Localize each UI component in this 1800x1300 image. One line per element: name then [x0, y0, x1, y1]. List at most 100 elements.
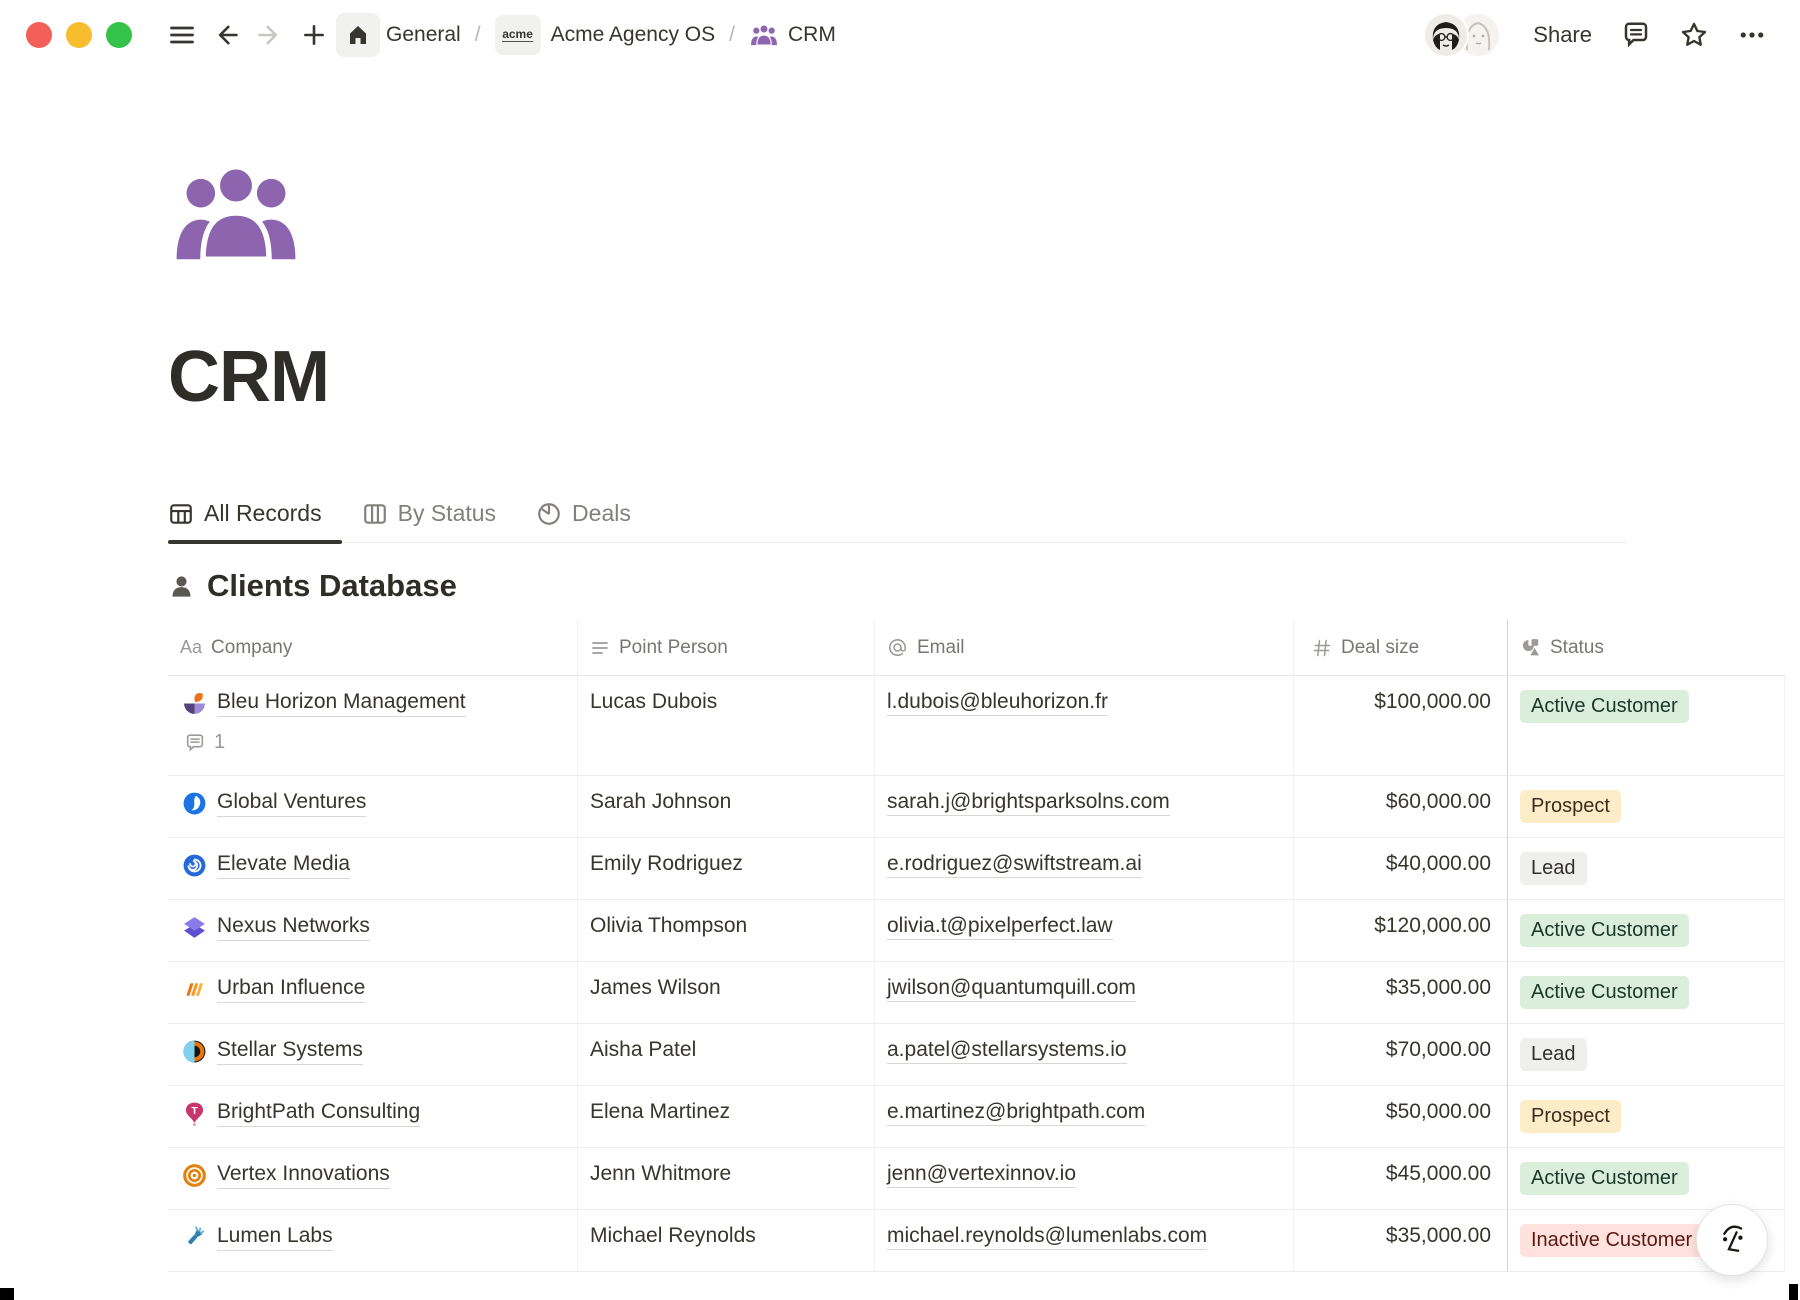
point-person-cell[interactable]: Michael Reynolds: [578, 1210, 875, 1271]
email-cell[interactable]: sarah.j@brightsparksolns.com: [875, 776, 1294, 837]
people-icon: [170, 158, 302, 268]
collaborator-avatars[interactable]: [1423, 12, 1501, 58]
company-cell[interactable]: Bleu Horizon Management 1: [168, 676, 578, 775]
column-header-company[interactable]: Aa Company: [168, 620, 578, 675]
zoom-window-button[interactable]: [106, 22, 132, 48]
point-person-cell[interactable]: Sarah Johnson: [578, 776, 875, 837]
point-person-cell[interactable]: Olivia Thompson: [578, 900, 875, 961]
tab-all-records[interactable]: All Records: [168, 500, 342, 542]
company-cell[interactable]: Urban Influence: [168, 962, 578, 1023]
deal-size-cell[interactable]: $50,000.00: [1294, 1086, 1508, 1147]
column-header-status[interactable]: Status: [1508, 620, 1785, 675]
company-name-link[interactable]: Nexus Networks: [217, 914, 370, 941]
close-window-button[interactable]: [26, 22, 52, 48]
email-cell[interactable]: michael.reynolds@lumenlabs.com: [875, 1210, 1294, 1271]
status-cell[interactable]: Lead: [1508, 838, 1785, 899]
status-cell[interactable]: Active Customer: [1508, 676, 1785, 775]
page-icon-people[interactable]: [170, 158, 302, 273]
status-badge: Inactive Customer: [1520, 1224, 1703, 1257]
company-cell[interactable]: Lumen Labs: [168, 1210, 578, 1271]
share-button[interactable]: Share: [1525, 18, 1600, 52]
status-badge: Lead: [1520, 1038, 1587, 1071]
back-button[interactable]: [204, 13, 248, 57]
deal-size-cell[interactable]: $40,000.00: [1294, 838, 1508, 899]
status-cell[interactable]: Prospect: [1508, 776, 1785, 837]
status-badge: Lead: [1520, 852, 1587, 885]
company-name-link[interactable]: Global Ventures: [217, 790, 366, 817]
breadcrumb-workspace[interactable]: Acme Agency OS: [551, 23, 716, 47]
company-name-link[interactable]: Bleu Horizon Management: [217, 690, 466, 717]
deal-size-cell[interactable]: $120,000.00: [1294, 900, 1508, 961]
status-cell[interactable]: Active Customer: [1508, 1148, 1785, 1209]
tab-deals[interactable]: Deals: [536, 500, 651, 542]
email-cell[interactable]: olivia.t@pixelperfect.law: [875, 900, 1294, 961]
breadcrumb-general[interactable]: General: [386, 23, 461, 47]
company-cell[interactable]: Vertex Innovations: [168, 1148, 578, 1209]
point-person-cell[interactable]: Elena Martinez: [578, 1086, 875, 1147]
status-cell[interactable]: Active Customer: [1508, 900, 1785, 961]
company-name-link[interactable]: BrightPath Consulting: [217, 1100, 420, 1127]
new-page-button[interactable]: [292, 13, 336, 57]
table-row: Lumen Labs Michael Reynolds michael.reyn…: [168, 1210, 1785, 1272]
sidebar-toggle-button[interactable]: [160, 13, 204, 57]
email-cell[interactable]: a.patel@stellarsystems.io: [875, 1024, 1294, 1085]
workspace-logo[interactable]: acme: [495, 15, 541, 55]
view-tabs: All Records By Status Deals: [168, 500, 1627, 543]
company-logo-icon: [182, 1225, 207, 1250]
company-name-link[interactable]: Stellar Systems: [217, 1038, 363, 1065]
minimize-window-button[interactable]: [66, 22, 92, 48]
deal-size-cell[interactable]: $100,000.00: [1294, 676, 1508, 775]
point-person-cell[interactable]: Aisha Patel: [578, 1024, 875, 1085]
comments-button[interactable]: [1614, 13, 1658, 57]
plus-icon: [301, 22, 327, 48]
column-header-point-person[interactable]: Point Person: [578, 620, 875, 675]
deal-size-cell[interactable]: $60,000.00: [1294, 776, 1508, 837]
company-name-link[interactable]: Lumen Labs: [217, 1224, 333, 1251]
company-cell[interactable]: Stellar Systems: [168, 1024, 578, 1085]
company-cell[interactable]: T BrightPath Consulting: [168, 1086, 578, 1147]
company-name-link[interactable]: Urban Influence: [217, 976, 365, 1003]
email-cell[interactable]: l.dubois@bleuhorizon.fr: [875, 676, 1294, 775]
column-header-deal-size[interactable]: Deal size: [1294, 620, 1508, 675]
company-name-link[interactable]: Elevate Media: [217, 852, 350, 879]
email-cell[interactable]: jenn@vertexinnov.io: [875, 1148, 1294, 1209]
company-logo-icon: [182, 915, 207, 940]
table-view-icon: [168, 501, 194, 527]
notion-ai-button[interactable]: [1696, 1204, 1768, 1276]
status-cell[interactable]: Lead: [1508, 1024, 1785, 1085]
status-badge: Prospect: [1520, 790, 1621, 823]
email-cell[interactable]: jwilson@quantumquill.com: [875, 962, 1294, 1023]
breadcrumb-separator: /: [729, 23, 735, 47]
column-header-email[interactable]: Email: [875, 620, 1294, 675]
status-badge: Prospect: [1520, 1100, 1621, 1133]
forward-button[interactable]: [248, 13, 292, 57]
email-cell[interactable]: e.rodriguez@swiftstream.ai: [875, 838, 1294, 899]
point-person-cell[interactable]: Emily Rodriguez: [578, 838, 875, 899]
page-title: CRM: [168, 336, 329, 418]
more-options-button[interactable]: [1730, 13, 1774, 57]
deal-size-cell[interactable]: $35,000.00: [1294, 962, 1508, 1023]
company-name-link[interactable]: Vertex Innovations: [217, 1162, 390, 1189]
table-row: Nexus Networks Olivia Thompson olivia.t@…: [168, 900, 1785, 962]
deal-size-cell[interactable]: $70,000.00: [1294, 1024, 1508, 1085]
tab-by-status[interactable]: By Status: [362, 500, 516, 542]
email-cell[interactable]: e.martinez@brightpath.com: [875, 1086, 1294, 1147]
company-cell[interactable]: Nexus Networks: [168, 900, 578, 961]
favorite-button[interactable]: [1672, 13, 1716, 57]
point-person-cell[interactable]: Jenn Whitmore: [578, 1148, 875, 1209]
breadcrumb-page[interactable]: CRM: [749, 23, 836, 47]
deal-size-cell[interactable]: $35,000.00: [1294, 1210, 1508, 1271]
status-cell[interactable]: Active Customer: [1508, 962, 1785, 1023]
deal-size-cell[interactable]: $45,000.00: [1294, 1148, 1508, 1209]
home-button[interactable]: [336, 13, 380, 57]
status-cell[interactable]: Prospect: [1508, 1086, 1785, 1147]
point-person-cell[interactable]: James Wilson: [578, 962, 875, 1023]
table-body: Bleu Horizon Management 1 Lucas Dubois l…: [168, 676, 1785, 1272]
point-person-cell[interactable]: Lucas Dubois: [578, 676, 875, 775]
company-cell[interactable]: Elevate Media: [168, 838, 578, 899]
comment-indicator[interactable]: 1: [184, 731, 565, 754]
comment-count-icon: [184, 732, 206, 754]
table-row: Bleu Horizon Management 1 Lucas Dubois l…: [168, 676, 1785, 776]
company-cell[interactable]: Global Ventures: [168, 776, 578, 837]
table-row: Global Ventures Sarah Johnson sarah.j@br…: [168, 776, 1785, 838]
